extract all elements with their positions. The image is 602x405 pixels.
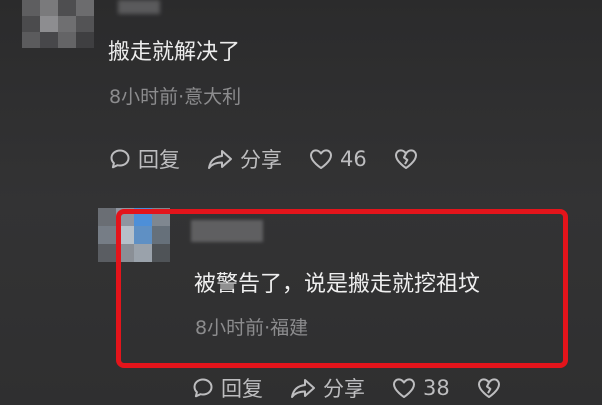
reply-text: 被警告了，说是搬走就挖祖坟 xyxy=(194,272,481,297)
comment-meta: 8小时前·意大利 xyxy=(109,86,242,108)
share-label: 分享 xyxy=(240,148,282,172)
comment-bubble-icon xyxy=(191,376,215,400)
share-arrow-icon xyxy=(289,376,317,400)
heart-icon xyxy=(391,376,417,400)
like-button[interactable]: 46 xyxy=(308,147,367,171)
username-blurred[interactable] xyxy=(118,0,160,14)
share-button[interactable]: 分享 xyxy=(206,144,282,174)
reply-button[interactable]: 回复 xyxy=(191,373,263,403)
reply-username-blurred[interactable] xyxy=(191,220,263,242)
comment-thread: 搬走就解决了 8小时前·意大利 回复 分享 46 被警告了，说是搬走就挖祖坟 8… xyxy=(0,0,602,405)
comment-bubble-icon xyxy=(108,147,132,171)
dislike-button[interactable] xyxy=(393,147,419,171)
broken-heart-icon xyxy=(476,376,502,400)
comment-actions: 回复 分享 46 xyxy=(108,144,445,174)
comment-text: 搬走就解决了 xyxy=(108,40,241,65)
share-arrow-icon xyxy=(206,147,234,171)
broken-heart-icon xyxy=(393,147,419,171)
avatar[interactable] xyxy=(22,0,94,48)
share-button[interactable]: 分享 xyxy=(289,373,365,403)
share-label: 分享 xyxy=(323,377,365,401)
like-count: 46 xyxy=(340,147,367,171)
reply-actions: 回复 分享 38 xyxy=(191,373,528,403)
reply-label: 回复 xyxy=(221,377,263,401)
heart-icon xyxy=(308,147,334,171)
reply-label: 回复 xyxy=(138,148,180,172)
dislike-button[interactable] xyxy=(476,376,502,400)
reply-avatar[interactable] xyxy=(98,208,172,270)
reply-meta: 8小时前·福建 xyxy=(195,317,309,339)
like-count: 38 xyxy=(423,376,450,400)
reply-button[interactable]: 回复 xyxy=(108,144,180,174)
like-button[interactable]: 38 xyxy=(391,376,450,400)
